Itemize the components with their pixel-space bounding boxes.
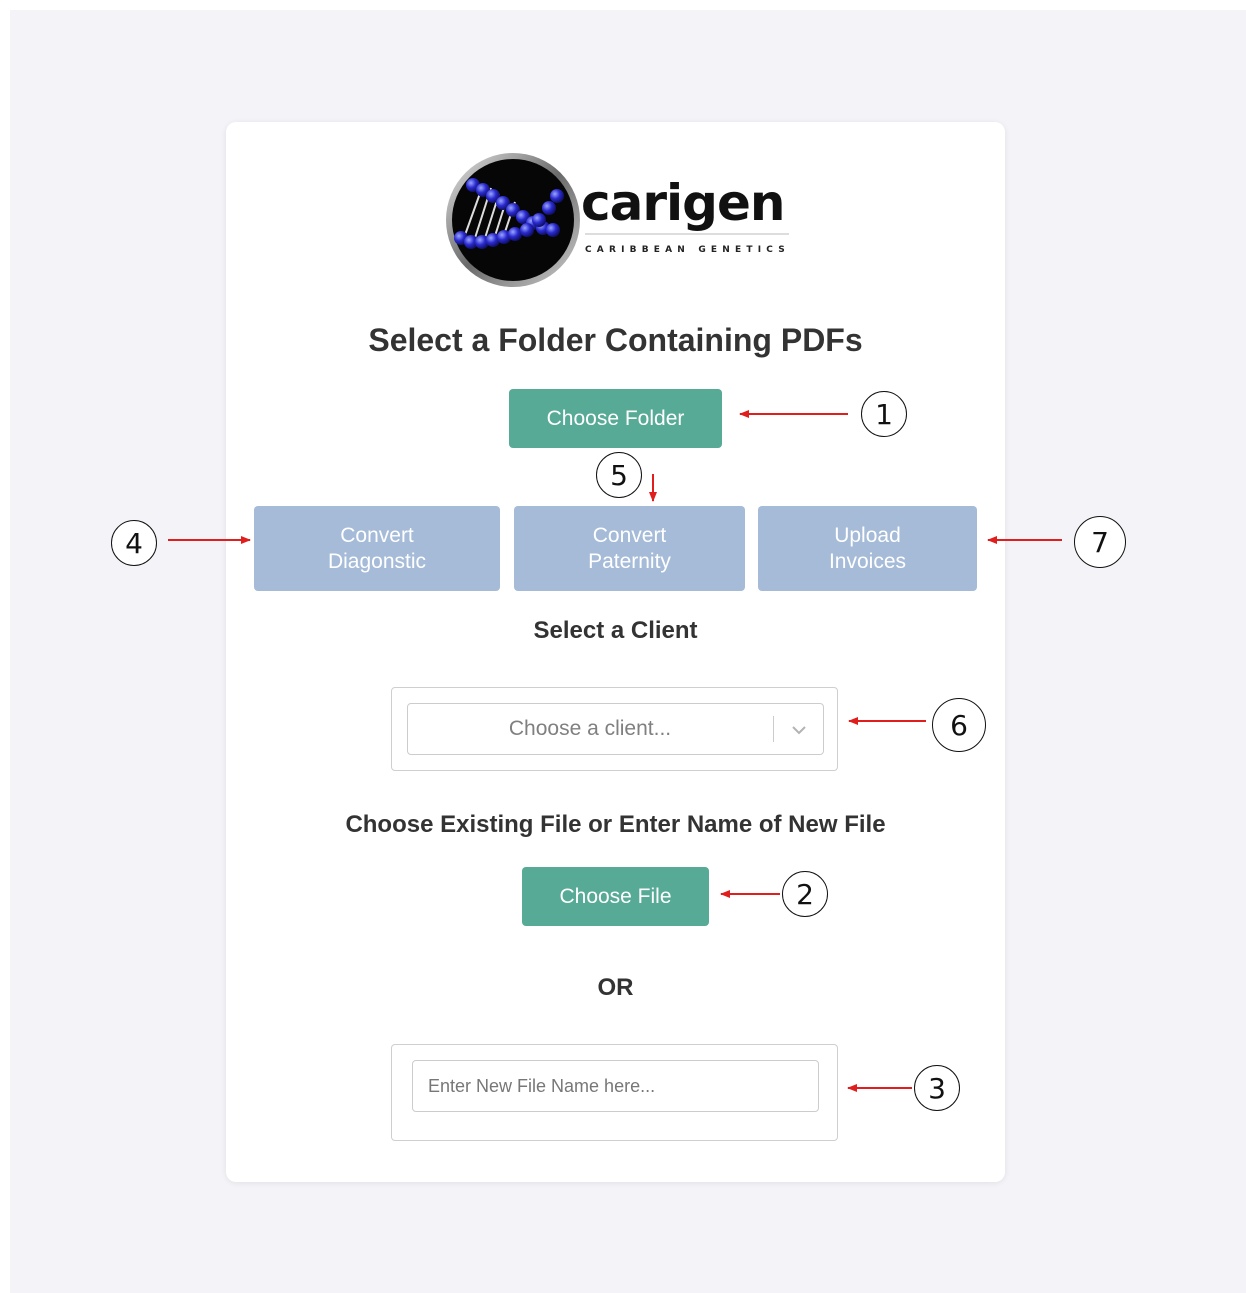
new-file-container (391, 1044, 838, 1141)
callout-5: 5 (596, 452, 642, 498)
select-client-heading: Select a Client (533, 617, 698, 644)
client-select-container: Choose a client... (391, 687, 838, 771)
callout-2: 2 (782, 871, 828, 917)
logo-wordmark: carigen (581, 174, 784, 232)
convert-paternity-label-line1: Convert (592, 523, 667, 547)
upload-invoices-label-line2: Invoices (828, 549, 907, 573)
callout-1: 1 (861, 391, 907, 437)
logo-tagline: CARIBBEAN GENETICS (585, 245, 790, 255)
upload-invoices-label-line1: Upload (834, 523, 901, 547)
convert-diagnostic-button[interactable]: Convert Diagonstic (254, 506, 500, 591)
chevron-down-icon[interactable] (786, 717, 812, 743)
convert-paternity-label-line2: Paternity (588, 549, 671, 573)
file-heading: Choose Existing File or Enter Name of Ne… (345, 811, 886, 838)
convert-paternity-button[interactable]: Convert Paternity (514, 506, 745, 591)
choose-file-button[interactable]: Choose File (522, 867, 709, 926)
upload-invoices-button[interactable]: Upload Invoices (758, 506, 977, 591)
callout-7: 7 (1074, 516, 1126, 568)
convert-diagnostic-label-line1: Convert (340, 523, 414, 547)
carigen-logo: carigen CARIBBEAN GENETICS (446, 153, 790, 287)
choose-folder-button[interactable]: Choose Folder (509, 389, 722, 448)
new-file-name-input[interactable] (412, 1060, 819, 1112)
callout-4: 4 (111, 520, 157, 566)
client-select-placeholder: Choose a client... (508, 717, 672, 740)
convert-diagnostic-label-line2: Diagonstic (327, 549, 427, 573)
page-title: Select a Folder Containing PDFs (368, 322, 863, 358)
or-separator: OR (597, 974, 634, 1001)
client-select[interactable]: Choose a client... (407, 703, 824, 755)
callout-6: 6 (932, 698, 986, 752)
select-separator (773, 716, 774, 742)
callout-3: 3 (914, 1065, 960, 1111)
